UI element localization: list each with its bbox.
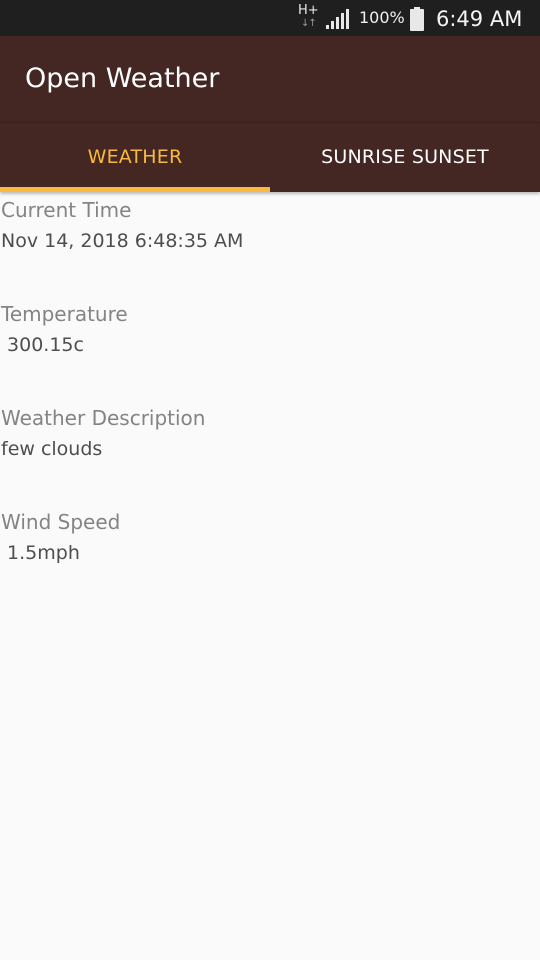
battery-percent: 100% [359, 8, 405, 27]
tab-bar: WEATHER SUNRISE SUNSET [0, 122, 540, 192]
temperature-label: Temperature [1, 302, 128, 326]
app-title: Open Weather [25, 63, 220, 94]
weather-description-value: few clouds [1, 438, 103, 460]
temperature-value: 300.15c [1, 334, 84, 356]
network-type-indicator: H+ ↓↑ [298, 4, 320, 32]
status-bar: H+ ↓↑ 100% 6:49 AM [0, 0, 540, 36]
current-time-label: Current Time [1, 198, 132, 222]
tab-weather[interactable]: WEATHER [0, 122, 270, 192]
status-clock: 6:49 AM [436, 7, 523, 31]
app-bar: Open Weather [0, 36, 540, 122]
network-arrows-icon: ↓↑ [301, 18, 317, 29]
tab-sunrise-sunset[interactable]: SUNRISE SUNSET [270, 122, 540, 192]
signal-strength-icon [326, 9, 349, 29]
tab-selected-indicator [0, 187, 270, 192]
wind-speed-value: 1.5mph [1, 542, 80, 564]
network-type-label: H+ [298, 3, 319, 18]
current-time-value: Nov 14, 2018 6:48:35 AM [1, 230, 244, 252]
wind-speed-label: Wind Speed [1, 510, 121, 534]
battery-full-icon [410, 7, 424, 31]
weather-description-label: Weather Description [1, 406, 206, 430]
